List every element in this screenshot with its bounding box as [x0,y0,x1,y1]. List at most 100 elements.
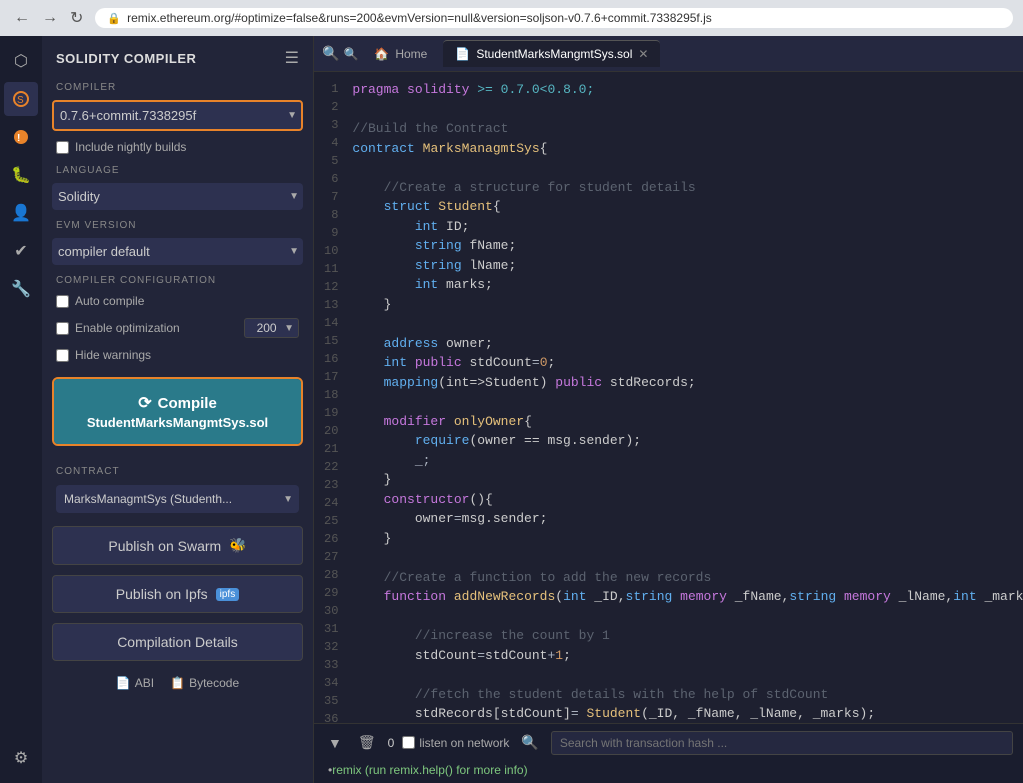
sidebar-bottom: ⚙ [4,741,38,775]
swarm-icon: 🐝 [229,537,246,554]
compiler-version-select[interactable]: 0.7.6+commit.7338295f [58,104,287,127]
compilation-details-label: Compilation Details [117,634,238,650]
sidebar-icon-deploy[interactable]: ! [4,120,38,154]
compiler-version-wrap: 0.7.6+commit.7338295f ▼ [52,100,303,131]
url-bar[interactable]: 🔒 remix.ethereum.org/#optimize=false&run… [95,8,1013,28]
enable-optimization-checkbox[interactable] [56,322,69,335]
compile-btn-text: Compile [158,395,217,412]
publish-swarm-button[interactable]: Publish on Swarm 🐝 [52,526,303,565]
language-select-wrap: Solidity ▼ [52,183,303,210]
auto-compile-checkbox[interactable] [56,295,69,308]
hide-warnings-label: Hide warnings [75,348,151,362]
code-area[interactable]: 12345 678910 1112131415 1617181920 21222… [314,72,1023,723]
bottom-row2: • remix (run remix.help() for more info) [324,763,1013,777]
sidebar-icon-home[interactable]: ⬡ [4,44,38,78]
browser-bar: ← → ↻ 🔒 remix.ethereum.org/#optimize=fal… [0,0,1023,36]
url-text: remix.ethereum.org/#optimize=false&runs=… [127,11,712,25]
language-select[interactable]: Solidity [56,185,289,208]
evm-select[interactable]: compiler default [56,240,289,263]
bytecode-icon: 📋 [170,676,185,690]
abi-label: ABI [135,676,154,690]
bottom-arrow-button[interactable]: ▼ [324,733,346,753]
nightly-builds-checkbox[interactable] [56,141,69,154]
bottom-clear-button[interactable]: 🗑 [354,732,380,753]
abi-link[interactable]: 📄 ABI [116,676,154,690]
tab-solidity-file[interactable]: 📄 StudentMarksMangmtSys.sol ✕ [443,40,660,67]
tab-search-icon[interactable]: 🔍 [322,45,339,62]
optimization-value-wrap: ▼ [244,318,299,338]
editor-area: 🔍 🔍 🏠 Home 📄 StudentMarksMangmtSys.sol ✕… [314,36,1023,783]
compiler-panel: SOLIDITY COMPILER ☰ COMPILER 0.7.6+commi… [42,36,314,783]
compile-button-wrap: ⟳ Compile StudentMarksMangmtSys.sol [52,377,303,446]
compiler-header: SOLIDITY COMPILER ☰ [42,36,313,76]
bottom-bar: ▼ 🗑 0 listen on network 🔍 • remix (run r… [314,723,1023,783]
refresh-button[interactable]: ↻ [66,6,87,30]
sidebar-icon-compiler[interactable]: S [4,82,38,116]
contract-arrow: ▼ [283,494,293,505]
back-button[interactable]: ← [10,7,34,29]
bytecode-label: Bytecode [189,676,239,690]
auto-compile-label: Auto compile [75,294,144,308]
main-content: ⬡ S ! 🐛 👤 ✔ 🔧 ⚙ SOLIDITY COMPILER ☰ COMP… [0,36,1023,783]
sidebar-icon-check[interactable]: ✔ [4,234,38,268]
compile-refresh-icon: ⟳ [138,393,151,413]
compiler-title: SOLIDITY COMPILER [56,51,196,66]
search-transaction-box [551,731,1013,755]
home-tab-label: Home [395,47,427,61]
lock-icon: 🔒 [107,12,121,25]
search-transaction-input[interactable] [560,736,1004,750]
optimization-row: Enable optimization ▼ [42,313,313,343]
listen-network-checkbox[interactable] [402,736,415,749]
code-content[interactable]: pragma solidity >= 0.7.0<0.8.0; //Build … [344,72,1023,723]
contract-select-wrap: MarksManagmtSys (Studenth... ▼ [56,485,299,513]
file-tab-label: StudentMarksMangmtSys.sol [476,47,632,61]
contract-section: CONTRACT MarksManagmtSys (Studenth... ▼ [42,456,313,521]
sidebar-icon-debug[interactable]: 🐛 [4,158,38,192]
opt-arrow: ▼ [284,323,294,334]
publish-ipfs-label: Publish on Ipfs [116,586,208,602]
compile-button[interactable]: ⟳ Compile StudentMarksMangmtSys.sol [54,379,301,444]
compiler-version-arrow: ▼ [287,110,297,121]
config-label: COMPILER CONFIGURATION [42,269,313,289]
tab-zoom-icon[interactable]: 🔍 [343,47,358,61]
tab-home[interactable]: 🏠 Home [362,41,439,67]
ipfs-icon: ipfs [216,588,240,601]
line-numbers: 12345 678910 1112131415 1617181920 21222… [314,72,344,723]
auto-compile-row: Auto compile [42,289,313,313]
optimization-value-input[interactable] [249,321,284,335]
file-tab-icon: 📄 [455,47,470,61]
evm-arrow: ▼ [289,246,299,257]
sidebar-icon-user[interactable]: 👤 [4,196,38,230]
home-tab-icon: 🏠 [374,47,389,61]
sidebar-icon-tools[interactable]: 🔧 [4,272,38,306]
publish-ipfs-button[interactable]: Publish on Ipfs ipfs [52,575,303,613]
compile-btn-line1: ⟳ Compile [138,393,217,413]
tab-close-icon[interactable]: ✕ [638,47,648,61]
panel-menu-button[interactable]: ☰ [285,48,299,68]
svg-text:S: S [17,95,24,106]
bottom-links: 📄 ABI 📋 Bytecode [42,666,313,700]
sidebar-icon-settings[interactable]: ⚙ [4,741,38,775]
network-checkbox-row: listen on network [402,736,509,750]
evm-label: EVM VERSION [42,214,313,234]
bottom-row1: ▼ 🗑 0 listen on network 🔍 [324,731,1013,755]
abi-icon: 📄 [116,676,131,690]
compile-btn-filename: StudentMarksMangmtSys.sol [87,415,268,430]
compiler-label: COMPILER [42,76,313,96]
search-bottom-icon[interactable]: 🔍 [517,732,542,753]
forward-button[interactable]: → [38,7,62,29]
remix-output-text: remix (run remix.help() for more info) [332,763,527,777]
enable-optimization-label: Enable optimization [75,321,238,335]
icon-sidebar: ⬡ S ! 🐛 👤 ✔ 🔧 ⚙ [0,36,42,783]
contract-select[interactable]: MarksManagmtSys (Studenth... [62,487,283,511]
hide-warnings-checkbox[interactable] [56,349,69,362]
compilation-details-button[interactable]: Compilation Details [52,623,303,661]
nightly-builds-label: Include nightly builds [75,140,186,154]
contract-label: CONTRACT [56,466,299,481]
editor-tabs: 🔍 🔍 🏠 Home 📄 StudentMarksMangmtSys.sol ✕ [314,36,1023,72]
language-arrow: ▼ [289,191,299,202]
bytecode-link[interactable]: 📋 Bytecode [170,676,239,690]
svg-text:!: ! [17,133,20,144]
hide-warnings-row: Hide warnings [42,343,313,367]
language-label: LANGUAGE [42,159,313,179]
